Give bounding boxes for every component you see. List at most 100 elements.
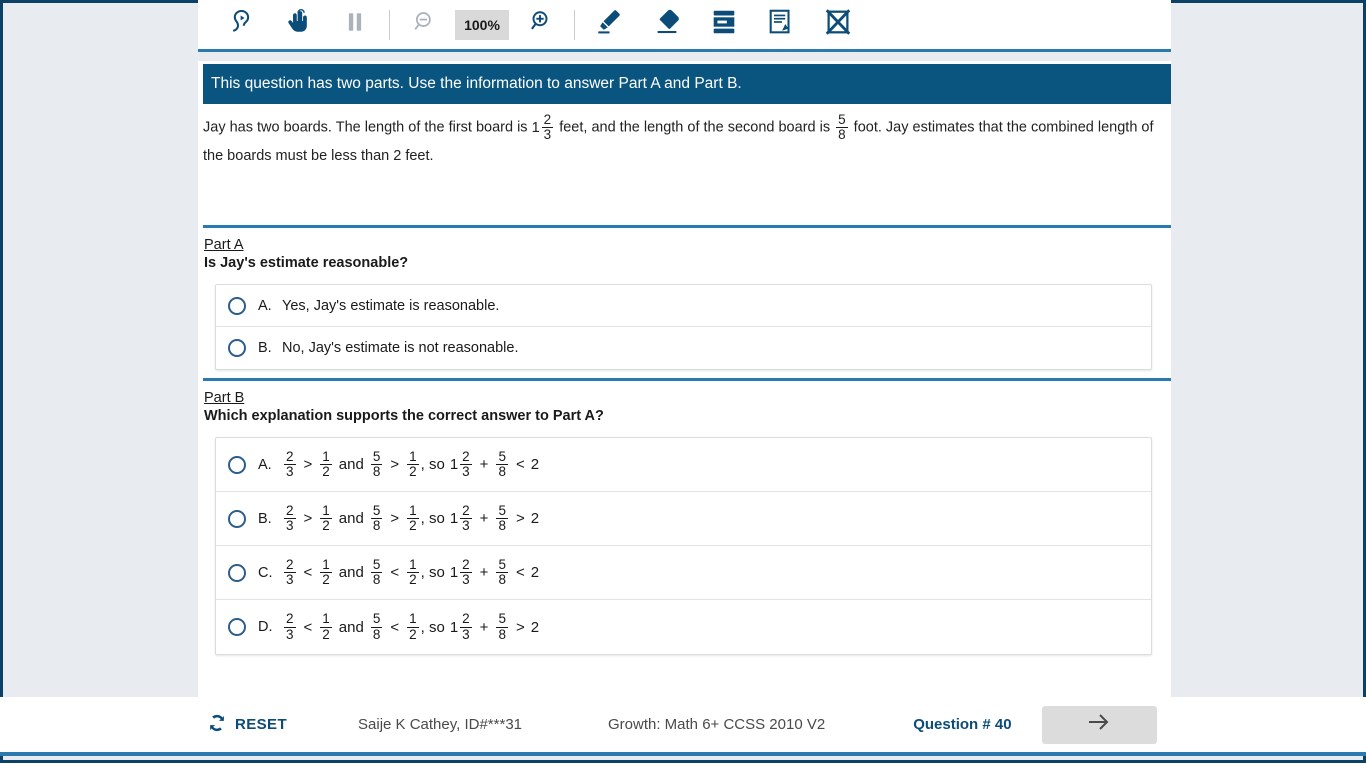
two-parts-banner: This question has two parts. Use the inf… xyxy=(203,64,1171,104)
pointer-tool-button[interactable] xyxy=(269,3,326,47)
comparison-operator: > xyxy=(515,510,525,527)
conjunction: and xyxy=(338,456,364,473)
whole-number: 1 xyxy=(449,456,459,473)
part-a-choice-b[interactable]: B. No, Jay's estimate is not reasonable. xyxy=(216,327,1151,369)
listen-again-button[interactable] xyxy=(212,3,269,47)
part-b-choice-d[interactable]: D. 23 < 12 and 58 < 12 , so 1 23 + 58 > … xyxy=(216,600,1151,654)
part-a-choice-a[interactable]: A. Yes, Jay's estimate is reasonable. xyxy=(216,285,1151,327)
fraction: 2 3 xyxy=(541,112,554,143)
plus-operator: + xyxy=(479,618,489,636)
fraction: 23 xyxy=(460,502,472,533)
comparison-operator: > xyxy=(303,510,313,527)
part-b-block: Part B Which explanation supports the co… xyxy=(198,378,1171,655)
radio-button[interactable] xyxy=(228,296,246,315)
tool-toolbar: 100% xyxy=(198,0,1171,52)
highlighter-pen-icon xyxy=(595,7,625,42)
so-text: , so xyxy=(420,564,445,581)
cross-out-button[interactable] xyxy=(809,3,866,47)
conjunction: and xyxy=(338,618,364,636)
zoom-out-button[interactable] xyxy=(396,3,453,47)
part-a-label: Part A xyxy=(204,237,244,253)
choice-letter: C. xyxy=(258,564,273,581)
radio-button[interactable] xyxy=(228,455,246,474)
choice-text: No, Jay's estimate is not reasonable. xyxy=(282,340,519,356)
question-number: Question # 40 xyxy=(913,716,1012,733)
denominator: 8 xyxy=(836,127,848,143)
plus-operator: + xyxy=(479,456,489,473)
result-value: 2 xyxy=(530,564,540,581)
cross-out-icon xyxy=(823,7,853,42)
line-reader-button[interactable] xyxy=(695,3,752,47)
fraction: 12 xyxy=(407,448,419,479)
arrow-right-icon xyxy=(1085,711,1113,738)
radio-button[interactable] xyxy=(228,618,246,636)
line-reader-icon xyxy=(709,7,739,42)
fraction: 58 xyxy=(370,611,383,642)
part-b-divider xyxy=(203,378,1171,381)
reset-button[interactable]: RESET xyxy=(206,712,287,738)
choice-math-expression: 23 > 12 and 58 > 12 , so 1 23 + 58 < 2 xyxy=(282,448,539,479)
numerator: 2 xyxy=(543,112,552,127)
refresh-icon xyxy=(206,712,228,738)
fraction: 58 xyxy=(496,556,508,587)
highlighter-button[interactable] xyxy=(581,3,638,47)
choice-letter: B. xyxy=(258,340,272,356)
conjunction: and xyxy=(338,564,364,581)
part-b-choice-a[interactable]: A. 23 > 12 and 58 > 12 , so 1 23 + 58 < … xyxy=(216,438,1151,492)
fraction: 58 xyxy=(496,611,508,642)
question-stem: Jay has two boards. The length of the fi… xyxy=(203,112,1168,169)
fraction: 12 xyxy=(320,556,332,587)
part-b-question: Which explanation supports the correct a… xyxy=(204,408,604,424)
assessment-screen: 100% This question has two parts. Use th… xyxy=(0,0,1366,768)
comparison-operator: > xyxy=(390,456,400,473)
fraction: 12 xyxy=(407,611,419,642)
next-question-button[interactable] xyxy=(1041,705,1157,744)
comparison-operator: < xyxy=(515,564,525,581)
ear-replay-icon xyxy=(226,7,256,42)
question-panel: This question has two parts. Use the inf… xyxy=(198,61,1171,697)
fraction: 58 xyxy=(496,502,508,533)
part-a-choices: A. Yes, Jay's estimate is reasonable. B.… xyxy=(215,284,1152,370)
eraser-button[interactable] xyxy=(638,3,695,47)
fraction: 58 xyxy=(370,502,383,533)
comparison-operator: < xyxy=(515,456,525,473)
plus-operator: + xyxy=(479,564,489,581)
fraction: 58 xyxy=(496,448,508,479)
plus-operator: + xyxy=(479,510,489,527)
comparison-operator: < xyxy=(390,564,400,581)
fraction: 58 xyxy=(370,556,383,587)
part-a-block: Part A Is Jay's estimate reasonable? A. … xyxy=(198,225,1171,370)
pause-icon xyxy=(341,8,369,41)
fraction: 12 xyxy=(320,502,332,533)
whole-number: 1 xyxy=(449,564,459,581)
comparison-operator: > xyxy=(515,618,525,636)
numerator: 5 xyxy=(838,112,846,128)
so-text: , so xyxy=(420,618,445,636)
comparison-operator: > xyxy=(303,456,313,473)
pointing-hand-icon xyxy=(283,7,313,42)
part-b-choices: A. 23 > 12 and 58 > 12 , so 1 23 + 58 < … xyxy=(215,437,1152,655)
toolbar-divider-1 xyxy=(389,9,390,40)
comparison-operator: > xyxy=(390,510,400,527)
radio-button[interactable] xyxy=(228,563,246,582)
radio-button[interactable] xyxy=(228,339,246,357)
result-value: 2 xyxy=(530,618,540,636)
conjunction: and xyxy=(338,510,364,527)
fraction: 23 xyxy=(460,448,472,479)
result-value: 2 xyxy=(530,510,540,527)
comparison-operator: < xyxy=(303,618,313,636)
part-b-choice-c[interactable]: C. 23 < 12 and 58 < 12 , so 1 23 + 58 < … xyxy=(216,546,1151,600)
part-b-label: Part B xyxy=(204,390,245,406)
part-b-choice-b[interactable]: B. 23 > 12 and 58 > 12 , so 1 23 + 58 > … xyxy=(216,492,1151,546)
notepad-button[interactable] xyxy=(752,3,809,47)
student-name-id: Saije K Cathey, ID#***31 xyxy=(358,716,522,733)
zoom-in-button[interactable] xyxy=(511,3,568,47)
comparison-operator: < xyxy=(303,564,313,581)
so-text: , so xyxy=(420,510,445,527)
choice-math-expression: 23 > 12 and 58 > 12 , so 1 23 + 58 > 2 xyxy=(282,502,540,533)
radio-button[interactable] xyxy=(228,509,246,528)
fraction: 23 xyxy=(460,611,472,642)
so-text: , so xyxy=(420,456,445,473)
pause-audio-button[interactable] xyxy=(326,3,383,47)
denominator: 3 xyxy=(541,127,554,143)
